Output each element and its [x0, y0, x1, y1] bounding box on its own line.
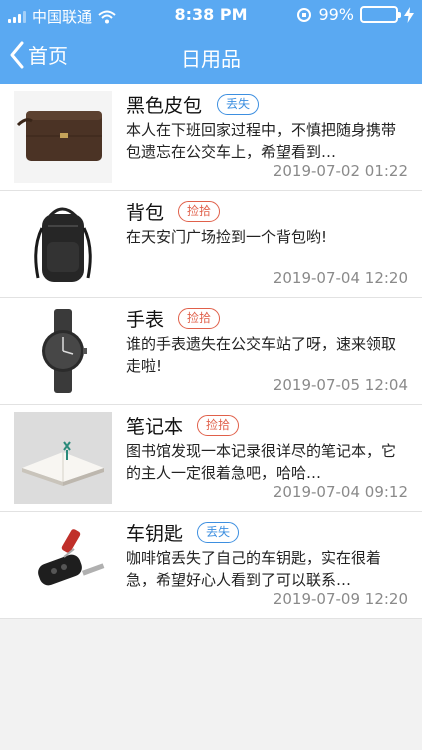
item-timestamp: 2019-07-04 09:12 — [272, 483, 408, 501]
item-title: 背包 — [126, 202, 165, 224]
status-badge: 丢失 — [197, 522, 240, 543]
list-item[interactable]: 背包 捡拾 在天安门广场捡到一个背包哟! 2019-07-04 12:20 — [0, 191, 422, 298]
item-thumbnail-watch — [14, 305, 112, 397]
item-description: 咖啡馆丢失了自己的车钥匙，实在很着急，希望好心人看到了可以联系… — [126, 549, 382, 589]
battery-icon — [360, 6, 401, 23]
battery-percent: 99% — [318, 5, 354, 24]
item-description: 谁的手表遗失在公交车站了呀，速来领取走啦! — [126, 335, 397, 375]
list-item[interactable]: 笔记本 捡拾 图书馆发现一本记录很详尽的笔记本，它的主人一定很着急吧，哈哈… 2… — [0, 405, 422, 512]
item-thumbnail-backpack — [14, 198, 112, 290]
status-badge: 捡拾 — [178, 201, 221, 222]
item-title: 黑色皮包 — [126, 95, 203, 117]
item-thumbnail-car-key — [14, 519, 112, 611]
item-title: 车钥匙 — [126, 523, 184, 545]
status-badge: 捡拾 — [178, 308, 221, 329]
item-timestamp: 2019-07-09 12:20 — [272, 590, 408, 608]
item-timestamp: 2019-07-05 12:04 — [272, 376, 408, 394]
charging-icon — [404, 6, 414, 23]
status-badge: 捡拾 — [197, 415, 240, 436]
item-title: 笔记本 — [126, 416, 184, 438]
list-item[interactable]: 黑色皮包 丢失 本人在下班回家过程中，不慎把随身携带包遗忘在公交车上，希望看到…… — [0, 84, 422, 191]
status-bar-right: 99% — [296, 5, 414, 24]
item-title: 手表 — [126, 309, 165, 331]
nav-bar: 首页 日用品 — [0, 30, 422, 84]
item-thumbnail-notebook — [14, 412, 112, 504]
status-bar: 中国联通 8:38 PM 99% — [0, 0, 422, 30]
item-timestamp: 2019-07-04 12:20 — [272, 269, 408, 287]
item-description: 本人在下班回家过程中，不慎把随身携带包遗忘在公交车上，希望看到… — [126, 121, 397, 161]
list-item[interactable]: 车钥匙 丢失 咖啡馆丢失了自己的车钥匙，实在很着急，希望好心人看到了可以联系… … — [0, 512, 422, 619]
item-list: 黑色皮包 丢失 本人在下班回家过程中，不慎把随身携带包遗忘在公交车上，希望看到…… — [0, 84, 422, 619]
item-timestamp: 2019-07-02 01:22 — [272, 162, 408, 180]
list-item[interactable]: 手表 捡拾 谁的手表遗失在公交车站了呀，速来领取走啦! 2019-07-05 1… — [0, 298, 422, 405]
item-thumbnail-bag — [14, 91, 112, 183]
page-title: 日用品 — [181, 47, 241, 71]
orientation-lock-icon — [297, 7, 312, 22]
item-description: 图书馆发现一本记录很详尽的笔记本，它的主人一定很着急吧，哈哈… — [126, 442, 397, 482]
item-description: 在天安门广场捡到一个背包哟! — [126, 228, 328, 246]
status-badge: 丢失 — [217, 94, 260, 115]
